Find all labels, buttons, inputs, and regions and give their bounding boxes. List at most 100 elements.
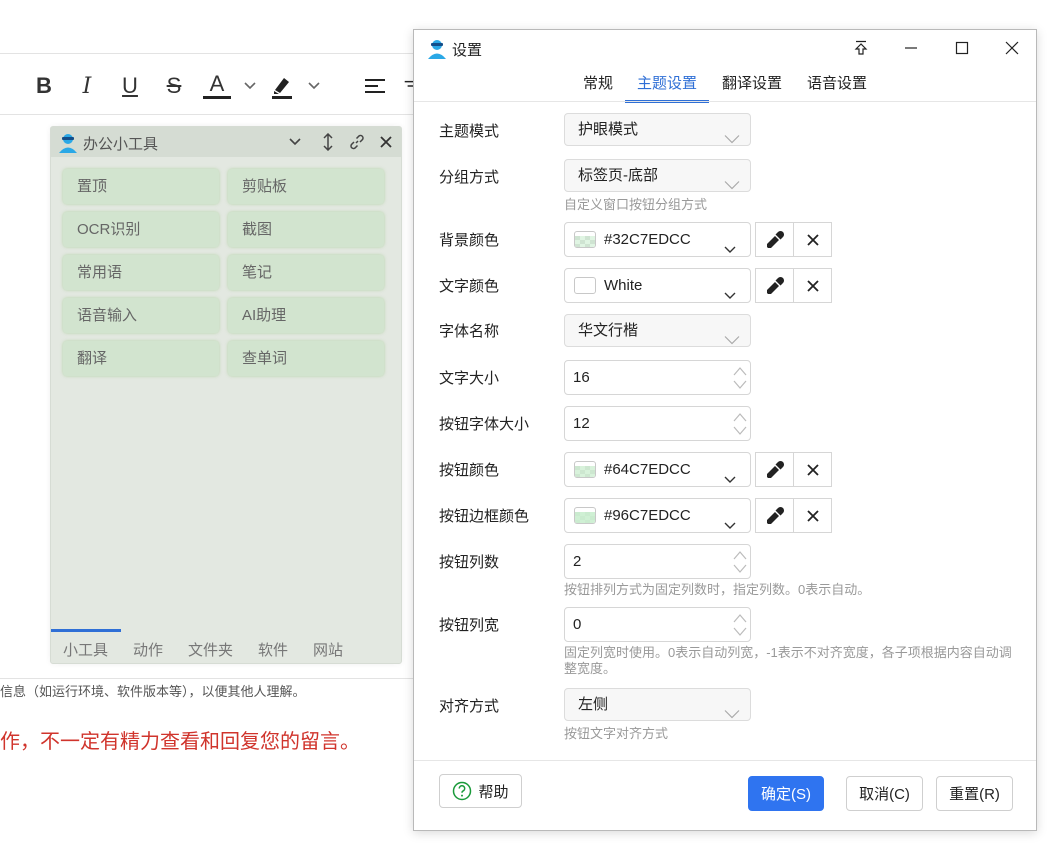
button-column-width-label: 按钮列宽 [439,617,500,634]
close-icon[interactable] [376,131,396,153]
tab-tools[interactable]: 小工具 [63,639,108,660]
group-mode-select[interactable]: 标签页-底部 [564,159,751,192]
app-logo-icon [57,132,79,159]
bg-color-select[interactable]: #32C7EDCC [564,222,751,257]
font-name-label: 字体名称 [439,323,500,340]
settings-tabs: 常规 主题设置 翻译设置 语音设置 [414,74,1036,103]
help-label: 帮助 [478,783,509,801]
text-color-picker-button[interactable] [755,268,794,303]
tool-panel-title: 办公小工具 [83,136,159,153]
group-mode-hint: 自定义窗口按钮分组方式 [564,197,708,212]
reset-label: 重置(R) [949,786,1000,803]
bg-color-value: #32C7EDCC [604,231,691,248]
button-column-width-hint: 固定列宽时使用。0表示自动列宽，-1表示不对齐宽度，各子项根据内容自动调整宽度。 [564,645,1012,676]
theme-mode-select[interactable]: 护眼模式 [564,113,751,146]
button-column-width-spinbox[interactable]: 0 [564,607,751,642]
settings-dialog: 设置 常规 主题设置 翻译设置 语音设置 主题模式 护眼模式 分组方式 标签页-… [413,29,1037,831]
text-color-clear-button[interactable] [793,268,832,303]
eyedropper-icon [766,230,784,248]
button-color-picker-button[interactable] [755,452,794,487]
tool-button-clipboard[interactable]: 剪贴板 [228,169,384,204]
button-columns-value: 2 [573,553,582,570]
button-color-select[interactable]: #64C7EDCC [564,452,751,487]
chevron-down-icon [723,234,737,267]
minimize-icon[interactable] [891,34,931,62]
font-color-dropdown-icon[interactable] [236,72,264,100]
chevron-down-icon [724,325,740,356]
tool-button-pin[interactable]: 置顶 [63,169,219,204]
tool-button-phrases[interactable]: 常用语 [63,255,219,290]
maximize-icon[interactable] [942,34,982,62]
tool-button-ai-assistant[interactable]: AI助理 [228,298,384,333]
pin-window-icon[interactable] [841,34,881,62]
tab-software[interactable]: 软件 [258,639,288,660]
bg-color-clear-button[interactable] [793,222,832,257]
resize-vertical-icon[interactable] [318,131,338,153]
button-border-color-clear-button[interactable] [793,498,832,533]
text-color-swatch [574,277,596,294]
tab-translation[interactable]: 翻译设置 [710,74,794,100]
italic-button[interactable]: I [73,72,101,100]
editor-content-divider [0,678,420,679]
strikethrough-button[interactable]: S [160,72,188,100]
tab-websites[interactable]: 网站 [313,639,343,660]
reset-button[interactable]: 重置(R) [936,776,1013,811]
tab-general[interactable]: 常规 [571,74,625,100]
font-name-value: 华文行楷 [578,322,639,339]
link-icon[interactable] [347,131,367,153]
app-logo-icon [426,38,448,65]
align-select[interactable]: 左侧 [564,688,751,721]
clear-icon [806,279,819,292]
bold-button[interactable]: B [30,72,58,100]
bg-color-label: 背景颜色 [439,232,500,249]
font-name-select[interactable]: 华文行楷 [564,314,751,347]
tool-button-notes[interactable]: 笔记 [228,255,384,290]
highlight-dropdown-icon[interactable] [300,72,328,100]
tool-button-voice-input[interactable]: 语音输入 [63,298,219,333]
button-columns-label: 按钮列数 [439,554,500,571]
underline-button[interactable]: U [116,72,144,100]
button-font-size-spinbox[interactable]: 12 [564,406,751,441]
tab-theme[interactable]: 主题设置 [625,74,710,103]
align-left-icon[interactable] [361,72,389,100]
tab-actions[interactable]: 动作 [133,639,163,660]
text-size-label: 文字大小 [439,370,500,387]
eyedropper-icon [766,506,784,524]
close-icon[interactable] [992,34,1032,62]
ok-button[interactable]: 确定(S) [748,776,824,811]
text-color-label: 文字颜色 [439,278,500,295]
button-border-color-select[interactable]: #96C7EDCC [564,498,751,533]
group-mode-value: 标签页-底部 [578,167,658,184]
font-color-button[interactable]: A [203,71,231,99]
tool-button-ocr[interactable]: OCR识别 [63,212,219,247]
group-mode-label: 分组方式 [439,169,500,186]
cancel-button[interactable]: 取消(C) [846,776,923,811]
button-color-label: 按钮颜色 [439,462,500,479]
collapse-chevron-icon[interactable] [285,131,305,153]
button-border-color-picker-button[interactable] [755,498,794,533]
help-button[interactable]: 帮助 [439,774,522,808]
tab-folders[interactable]: 文件夹 [188,639,233,660]
clear-icon [806,463,819,476]
button-color-clear-button[interactable] [793,452,832,487]
align-label: 对齐方式 [439,698,500,715]
tool-button-translate[interactable]: 翻译 [63,341,219,376]
tool-button-dictionary[interactable]: 查单词 [228,341,384,376]
highlighter-icon[interactable] [268,72,296,100]
spin-arrows-icon[interactable] [732,364,748,404]
button-columns-spinbox[interactable]: 2 [564,544,751,579]
clear-icon [806,509,819,522]
text-color-select[interactable]: White [564,268,751,303]
tool-panel-header[interactable]: 办公小工具 [51,127,401,157]
tab-voice[interactable]: 语音设置 [795,74,879,100]
tool-button-screenshot[interactable]: 截图 [228,212,384,247]
spin-arrows-icon[interactable] [732,410,748,450]
text-size-value: 16 [573,369,590,386]
eyedropper-icon [766,276,784,294]
eyedropper-icon [766,460,784,478]
theme-mode-value: 护眼模式 [578,121,639,138]
bg-color-picker-button[interactable] [755,222,794,257]
help-icon [453,781,472,801]
editor-toolbar-divider [0,114,420,115]
text-size-spinbox[interactable]: 16 [564,360,751,395]
